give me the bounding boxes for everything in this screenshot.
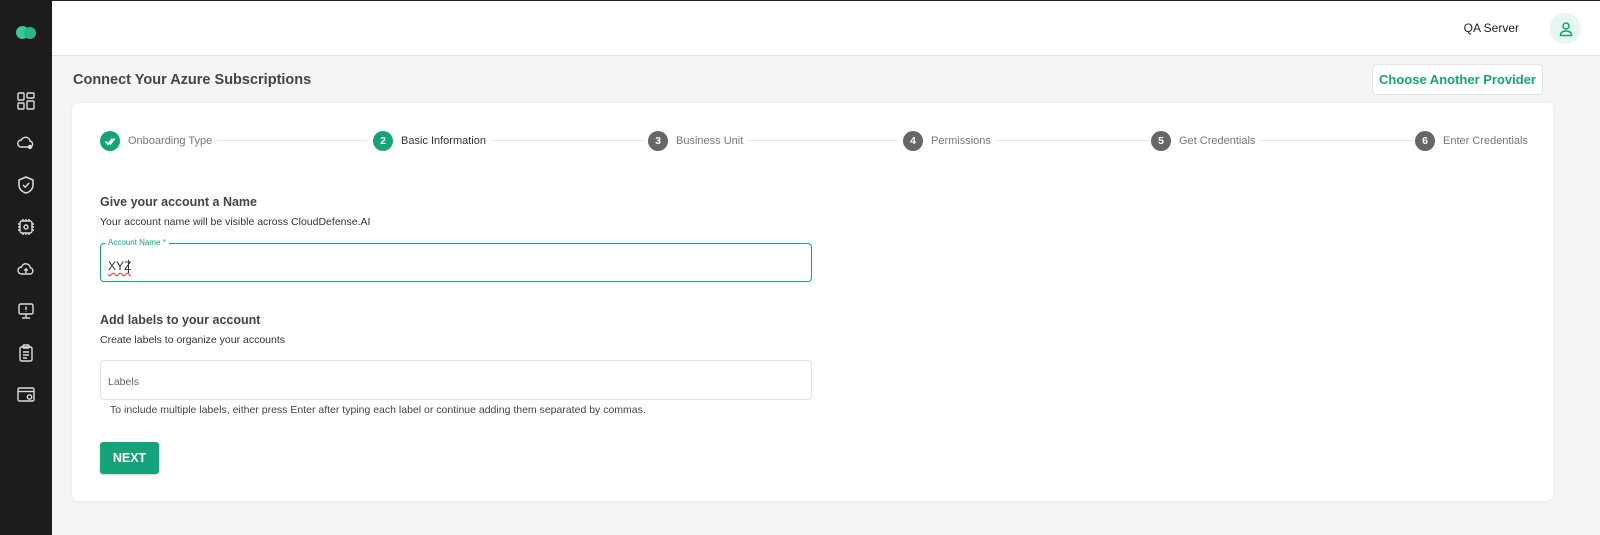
stepper: Onboarding Type 2 Basic Information 3 Bu… bbox=[72, 103, 1553, 178]
sidebar-item-settings[interactable] bbox=[0, 374, 52, 416]
labels-section-heading: Add labels to your account bbox=[100, 313, 261, 327]
step-label: Basic Information bbox=[401, 134, 486, 147]
step-number: 2 bbox=[373, 130, 393, 151]
step-number: 5 bbox=[1151, 130, 1171, 151]
user-avatar[interactable] bbox=[1550, 13, 1581, 44]
browser-settings-icon bbox=[17, 387, 35, 402]
sidebar-item-cloud-settings[interactable] bbox=[0, 122, 52, 164]
sidebar-item-chip[interactable] bbox=[0, 206, 52, 248]
labels-placeholder: Labels bbox=[108, 376, 139, 388]
cloud-logo-icon[interactable] bbox=[14, 24, 38, 40]
step-label: Get Credentials bbox=[1179, 134, 1256, 147]
name-section-subtext: Your account name will be visible across… bbox=[100, 216, 371, 228]
cloud-upload-icon bbox=[17, 263, 34, 275]
sidebar bbox=[0, 0, 52, 535]
step-label: Onboarding Type bbox=[128, 134, 213, 147]
labels-section-subtext: Create labels to organize your accounts bbox=[100, 334, 286, 346]
step-business-unit[interactable]: 3 Business Unit bbox=[648, 130, 743, 151]
top-bar: QA Server bbox=[52, 0, 1600, 56]
onboarding-card: Onboarding Type 2 Basic Information 3 Bu… bbox=[72, 103, 1553, 501]
sidebar-item-cloud-upload[interactable] bbox=[0, 248, 52, 290]
user-icon bbox=[1559, 21, 1572, 36]
monitor-alert-icon bbox=[18, 303, 34, 319]
sidebar-item-monitor[interactable] bbox=[0, 290, 52, 332]
chip-settings-icon bbox=[18, 219, 34, 235]
text-caret bbox=[128, 260, 129, 273]
labels-input[interactable]: Labels bbox=[100, 360, 812, 400]
account-name-input[interactable]: Account Name * XYZ bbox=[100, 238, 812, 282]
server-name: QA Server bbox=[1463, 21, 1519, 35]
step-enter-credentials[interactable]: 6 Enter Credentials bbox=[1415, 130, 1528, 151]
step-basic-information[interactable]: 2 Basic Information bbox=[373, 130, 486, 151]
sidebar-item-reports[interactable] bbox=[0, 332, 52, 374]
labels-helper-text: To include multiple labels, either press… bbox=[110, 404, 646, 416]
step-number: 4 bbox=[903, 130, 923, 151]
dashboard-icon bbox=[17, 92, 35, 110]
step-get-credentials[interactable]: 5 Get Credentials bbox=[1151, 130, 1255, 151]
step-label: Permissions bbox=[931, 134, 991, 147]
sidebar-nav bbox=[0, 80, 52, 416]
clipboard-icon bbox=[19, 344, 33, 362]
step-onboarding-type[interactable]: Onboarding Type bbox=[100, 130, 212, 151]
next-button[interactable]: NEXT bbox=[100, 442, 159, 474]
sidebar-item-security[interactable] bbox=[0, 164, 52, 206]
step-label: Business Unit bbox=[676, 134, 744, 147]
shield-check-icon bbox=[18, 176, 34, 194]
cloud-settings-icon bbox=[17, 136, 34, 150]
name-section-heading: Give your account a Name bbox=[100, 195, 258, 209]
check-icon bbox=[100, 130, 120, 151]
step-label: Enter Credentials bbox=[1443, 134, 1528, 147]
sidebar-item-dashboard[interactable] bbox=[0, 80, 52, 122]
step-permissions[interactable]: 4 Permissions bbox=[903, 130, 991, 151]
page-title: Connect Your Azure Subscriptions bbox=[73, 72, 312, 88]
choose-provider-button[interactable]: Choose Another Provider bbox=[1372, 64, 1543, 95]
step-number: 6 bbox=[1415, 130, 1435, 151]
account-name-label: Account Name * bbox=[105, 238, 169, 247]
step-number: 3 bbox=[648, 130, 668, 151]
